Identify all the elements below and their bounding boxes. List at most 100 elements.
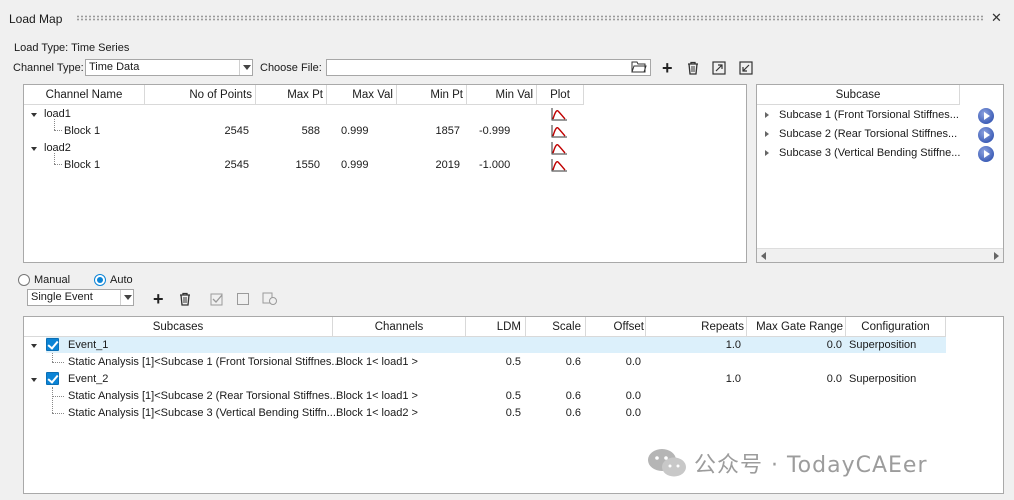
min-pt-value: 2019 xyxy=(435,159,460,171)
col-min-pt[interactable]: Min Pt xyxy=(397,85,467,105)
expand-arrow-icon[interactable] xyxy=(765,131,769,137)
scroll-right-icon[interactable] xyxy=(994,252,999,260)
col-channel-name[interactable]: Channel Name xyxy=(24,85,145,105)
tree-line xyxy=(52,353,53,362)
channel-value[interactable]: Block 1< load1 > xyxy=(336,356,418,368)
drag-handle[interactable] xyxy=(76,15,984,21)
col-channels[interactable]: Channels xyxy=(333,317,466,337)
channel-group-load2[interactable]: load2 xyxy=(44,142,71,154)
auto-radio[interactable] xyxy=(94,274,106,286)
expand-arrow-icon[interactable] xyxy=(765,112,769,118)
tree-line xyxy=(54,164,62,165)
col-repeats[interactable]: Repeats xyxy=(646,317,747,337)
channel-type-value: Time Data xyxy=(89,61,140,73)
col-offset[interactable]: Offset xyxy=(586,317,646,337)
check-all-icon[interactable] xyxy=(210,292,224,309)
col-subcases[interactable]: Subcases xyxy=(24,317,333,337)
window-title: Load Map xyxy=(9,12,63,26)
manual-radio[interactable] xyxy=(18,274,30,286)
offset-value[interactable]: 0.0 xyxy=(586,356,641,368)
chevron-down-icon xyxy=(120,290,133,305)
expand-arrow-icon[interactable] xyxy=(31,344,37,348)
max-pt-value: 588 xyxy=(301,125,320,137)
channel-row-name[interactable]: Block 1 xyxy=(64,125,100,137)
tree-line xyxy=(52,387,53,413)
subcase-item[interactable]: Subcase 3 (Vertical Bending Stiffne... xyxy=(779,147,960,159)
export-icon[interactable] xyxy=(712,61,726,78)
refresh-icon[interactable] xyxy=(262,292,278,309)
trash-icon[interactable] xyxy=(178,292,192,309)
scroll-left-icon[interactable] xyxy=(761,252,766,260)
offset-value[interactable]: 0.0 xyxy=(586,390,641,402)
max-gate-value[interactable]: 0.0 xyxy=(747,373,842,385)
tree-line xyxy=(54,130,62,131)
scale-value[interactable]: 0.6 xyxy=(526,407,581,419)
expand-arrow-icon[interactable] xyxy=(31,378,37,382)
manual-label: Manual xyxy=(34,274,71,286)
col-subcase[interactable]: Subcase xyxy=(757,85,960,105)
scale-value[interactable]: 0.6 xyxy=(526,390,581,402)
ldm-value[interactable]: 0.5 xyxy=(466,407,521,419)
expand-arrow-icon[interactable] xyxy=(31,113,37,117)
play-icon[interactable] xyxy=(978,108,994,124)
expand-arrow-icon[interactable] xyxy=(31,147,37,151)
event-checkbox[interactable] xyxy=(46,372,59,385)
scale-value[interactable]: 0.6 xyxy=(526,356,581,368)
event-name[interactable]: Event_2 xyxy=(68,373,108,385)
uncheck-all-icon[interactable] xyxy=(236,292,250,309)
plot-icon[interactable] xyxy=(551,108,567,124)
plot-icon[interactable] xyxy=(551,142,567,158)
channel-type-select[interactable]: Time Data xyxy=(85,59,253,76)
event-name[interactable]: Event_1 xyxy=(68,339,108,351)
trash-icon[interactable] xyxy=(686,61,700,78)
col-min-val[interactable]: Min Val xyxy=(467,85,537,105)
no-points-value: 2545 xyxy=(224,125,249,137)
wechat-logo-icon xyxy=(646,446,688,483)
max-pt-value: 1550 xyxy=(295,159,320,171)
offset-value[interactable]: 0.0 xyxy=(586,407,641,419)
channel-value[interactable]: Block 1< load1 > xyxy=(336,390,418,402)
col-scale[interactable]: Scale xyxy=(526,317,586,337)
import-icon[interactable] xyxy=(739,61,753,78)
horizontal-scrollbar[interactable] xyxy=(757,248,1003,262)
tree-line xyxy=(54,119,55,130)
col-max-gate-range[interactable]: Max Gate Range xyxy=(747,317,846,337)
play-icon[interactable] xyxy=(978,146,994,162)
col-configuration[interactable]: Configuration xyxy=(846,317,946,337)
file-path-input[interactable] xyxy=(326,59,651,76)
col-no-of-points[interactable]: No of Points xyxy=(145,85,256,105)
event-type-value: Single Event xyxy=(31,291,93,303)
close-icon[interactable]: ✕ xyxy=(991,10,1002,26)
subcase-row[interactable]: Static Analysis [1]<Subcase 2 (Rear Tors… xyxy=(68,390,339,402)
subcase-row[interactable]: Static Analysis [1]<Subcase 1 (Front Tor… xyxy=(68,356,341,368)
subcase-item[interactable]: Subcase 1 (Front Torsional Stiffnes... xyxy=(779,109,959,121)
channel-value[interactable]: Block 1< load2 > xyxy=(336,407,418,419)
plot-icon[interactable] xyxy=(551,159,567,175)
event-checkbox[interactable] xyxy=(46,338,59,351)
channel-row-name[interactable]: Block 1 xyxy=(64,159,100,171)
col-plot[interactable]: Plot xyxy=(537,85,584,105)
expand-arrow-icon[interactable] xyxy=(765,150,769,156)
subcase-item[interactable]: Subcase 2 (Rear Torsional Stiffnes... xyxy=(779,128,957,140)
repeats-value[interactable]: 1.0 xyxy=(646,373,741,385)
repeats-value[interactable]: 1.0 xyxy=(646,339,741,351)
plot-icon[interactable] xyxy=(551,125,567,141)
subcase-row[interactable]: Static Analysis [1]<Subcase 3 (Vertical … xyxy=(68,407,336,419)
ldm-value[interactable]: 0.5 xyxy=(466,356,521,368)
event-type-select[interactable]: Single Event xyxy=(27,289,134,306)
add-icon[interactable]: + xyxy=(662,59,673,77)
folder-open-icon[interactable] xyxy=(631,60,647,77)
min-pt-value: 1857 xyxy=(435,125,460,137)
col-max-pt[interactable]: Max Pt xyxy=(256,85,327,105)
tree-line xyxy=(52,413,64,414)
channel-table: Channel Name No of Points Max Pt Max Val… xyxy=(23,84,747,263)
max-gate-value[interactable]: 0.0 xyxy=(747,339,842,351)
ldm-value[interactable]: 0.5 xyxy=(466,390,521,402)
configuration-value[interactable]: Superposition xyxy=(849,373,916,385)
add-event-icon[interactable]: + xyxy=(153,290,164,308)
configuration-value[interactable]: Superposition xyxy=(849,339,916,351)
col-max-val[interactable]: Max Val xyxy=(327,85,397,105)
play-icon[interactable] xyxy=(978,127,994,143)
col-ldm[interactable]: LDM xyxy=(466,317,526,337)
channel-group-load1[interactable]: load1 xyxy=(44,108,71,120)
